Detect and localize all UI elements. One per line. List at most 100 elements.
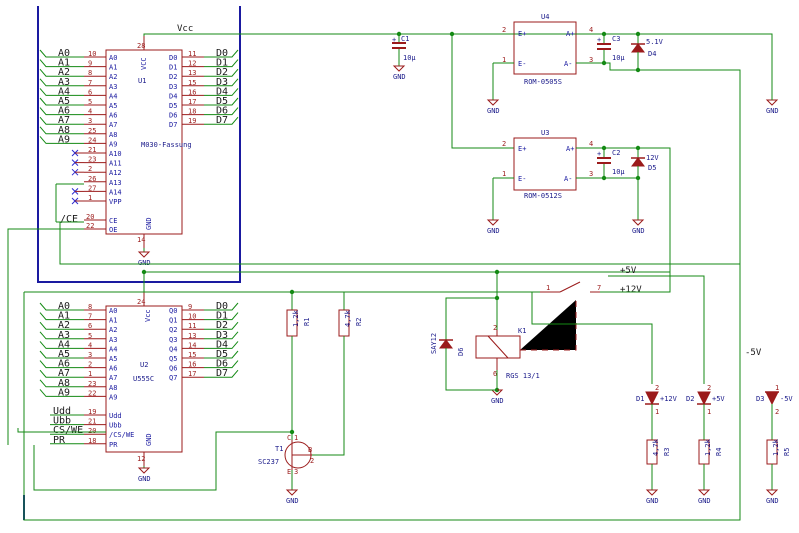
svg-text:GND: GND (766, 107, 779, 115)
u2-addr-pin: 6 (88, 322, 92, 330)
svg-text:E-: E- (518, 60, 526, 68)
u2-ctrl-label: Udd (109, 412, 122, 420)
svg-text:GND: GND (138, 259, 151, 267)
c2-ref: C2 (612, 149, 620, 157)
d2-value: +5V (712, 395, 725, 403)
u2-ctrl-net: PR (53, 435, 66, 446)
u2-gnd-pin: 12 (137, 455, 145, 463)
u1-oe-pin: 22 (86, 222, 94, 230)
u2-addr-label: A7 (109, 374, 117, 382)
svg-text:E: E (287, 468, 291, 476)
u3-value: ROM-0512S (524, 192, 562, 200)
plus5-label: +5V (620, 266, 637, 276)
u1-addr-pin: 24 (88, 136, 96, 144)
u1-addr-pin: 7 (88, 79, 92, 87)
svg-text:C: C (287, 434, 291, 442)
u1-addr-label: A0 (109, 54, 117, 62)
svg-text:+: + (597, 150, 601, 158)
u1-upper-label: A12 (109, 169, 122, 177)
u1-data-label: D6 (169, 112, 177, 120)
c3-capacitor: + C3 10µ (597, 31, 625, 66)
u1-data-pin: 17 (188, 98, 196, 106)
c2-value: 10µ (612, 168, 625, 176)
u1-data-pin: 12 (188, 60, 196, 68)
u1-addr-label: A5 (109, 102, 117, 110)
u1-gnd-pin: 14 (137, 236, 145, 244)
svg-text:2: 2 (502, 26, 506, 34)
u1-eprom-socket: U1 M030-Fassung VCC 28 GND 14 A0 10 A0A1 9 A… (39, 36, 239, 248)
u1-value: M030-Fassung (141, 141, 192, 149)
u2-addr-pin: 4 (88, 341, 92, 349)
svg-text:3: 3 (294, 468, 298, 476)
svg-text:A-: A- (564, 60, 572, 68)
svg-text:2: 2 (775, 408, 779, 416)
u2-data-label: Q5 (169, 355, 177, 363)
u2-addr-net: A9 (58, 387, 70, 398)
svg-text:2: 2 (655, 384, 659, 392)
svg-text:GND: GND (491, 397, 504, 405)
u1-oe-label: OE (109, 226, 117, 234)
u1-data-pins: 11D0 D012D1 D113D2 D215D3 D316D4 D417D5 D518D6… (169, 48, 239, 129)
u2-addr-pin: 1 (88, 370, 92, 378)
u2-data-pin: 11 (188, 322, 196, 330)
u2-addr-pin: 22 (88, 389, 96, 397)
u2-data-pin: 14 (188, 341, 196, 349)
u2-data-pin: 15 (188, 351, 196, 359)
r5-ref: R5 (783, 448, 791, 456)
u2-ctrl-pin: 18 (88, 437, 96, 445)
u1-upper-pin: 26 (88, 175, 96, 183)
u2-addr-label: A2 (109, 326, 117, 334)
u2-data-pin: 10 (188, 313, 196, 321)
u2-addr-label: A0 (109, 307, 117, 315)
vcc-label: Vcc (177, 24, 193, 34)
schematic: U1 M030-Fassung VCC 28 GND 14 A0 10 A0A1 9 A… (7, 6, 793, 521)
u1-addr-pin: 9 (88, 60, 92, 68)
u1-data-label: D4 (169, 92, 177, 100)
r4-resistor: 1,2k R4 GND (697, 438, 723, 505)
u1-upper-pin: 2 (88, 165, 92, 173)
u2-addr-label: A9 (109, 393, 117, 401)
u2-addr-label: A8 (109, 384, 117, 392)
u1-upper-label: VPP (109, 198, 122, 206)
u1-data-net: D7 (216, 115, 228, 126)
gnd-u2: GND (137, 466, 151, 483)
u1-ref: U1 (138, 77, 146, 85)
u1-data-label: D7 (169, 121, 177, 129)
d5-zener: 12V D5 GND (608, 145, 659, 235)
gnd-vcc-rail: GND (765, 99, 779, 115)
u1-upper-address-pins: 21 A10 23 A11 2 A12 26 A13 27 A14 1 VPP (71, 146, 122, 206)
svg-text:E+: E+ (518, 30, 526, 38)
u1-data-pin: 18 (188, 108, 196, 116)
u1-ce-net: /CE (60, 214, 78, 225)
u2-data-pin: 17 (188, 370, 196, 378)
svg-text:2: 2 (502, 140, 506, 148)
u2-data-label: Q4 (169, 345, 177, 353)
d3-ref: D3 (756, 395, 764, 403)
u1-upper-pin: 27 (88, 184, 96, 192)
d2-ref: D2 (686, 395, 694, 403)
svg-text:A+: A+ (566, 145, 574, 153)
u1-upper-pin: 21 (88, 146, 96, 154)
u1-addr-label: A3 (109, 83, 117, 91)
k1-relay: 2 6 K1 RGS 13/1 GND 1 7 (475, 281, 653, 405)
svg-text:1: 1 (294, 434, 298, 442)
u2-value: U555C (133, 375, 154, 383)
r2-ref: R2 (355, 318, 363, 326)
u2-addr-pin: 23 (88, 380, 96, 388)
u1-vcc-label: VCC (140, 57, 148, 70)
u2-data-pin: 16 (188, 361, 196, 369)
svg-text:GND: GND (766, 497, 779, 505)
u2-control-pins: Udd 19 UddUbb 21 UbbCS/WE 20/CS/WEPR 18 PR (50, 406, 134, 449)
svg-text:1: 1 (775, 384, 779, 392)
u2-data-pins: 9Q0 D010Q1 D111Q2 D213Q3 D314Q4 D415Q5 D516Q6 D… (169, 301, 239, 382)
u2-data-pin: 9 (188, 303, 192, 311)
u1-data-label: D0 (169, 54, 177, 62)
r3-resistor: 4,7k R3 GND (645, 438, 671, 505)
u2-ctrl-pin: 21 (88, 418, 96, 426)
u2-addr-pin: 5 (88, 332, 92, 340)
svg-text:E-: E- (518, 175, 526, 183)
svg-text:4: 4 (589, 26, 593, 34)
r5-resistor: 1,2k R5 GND (765, 438, 791, 505)
u2-data-label: Q1 (169, 317, 177, 325)
plus12-label: +12V (620, 285, 642, 295)
